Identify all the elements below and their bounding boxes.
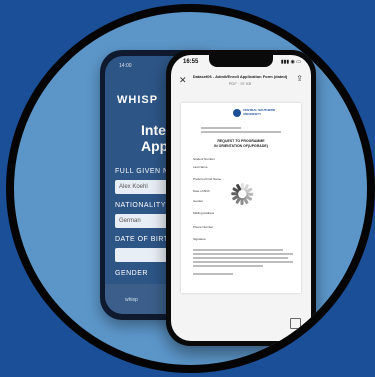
close-icon[interactable]: ✕: [179, 75, 187, 86]
back-url-text: whisp: [125, 297, 138, 303]
spinner-spoke: [231, 192, 239, 196]
document-title: Dataset06 - Admit/Enroll Application For…: [192, 74, 288, 79]
form-label: Date of Birth: [193, 189, 210, 193]
university-crest-icon: [233, 109, 241, 117]
gender-label: GENDER: [115, 270, 148, 277]
document-meta: PDF · 97 KB: [228, 81, 252, 86]
text-line: [193, 253, 293, 255]
back-status-time: 14:00: [119, 63, 132, 69]
header-line: [201, 131, 281, 133]
form-label: Last Name: [193, 165, 208, 169]
viewer-topbar: ✕ Dataset06 - Admit/Enroll Application F…: [171, 71, 311, 93]
text-line: [193, 261, 293, 263]
spinner-spoke: [241, 198, 244, 205]
form-label: Signature: [193, 237, 206, 241]
whisp-logo: WHISP: [117, 94, 159, 106]
form-label: Phone Number: [193, 225, 214, 229]
status-icons: ▮▮▮ ◉ ▭: [280, 59, 301, 65]
status-time: 16:55: [183, 59, 199, 65]
text-line: [193, 273, 233, 275]
nationality-label: NATIONALITY: [115, 202, 166, 209]
form-label: Mailing Address: [193, 211, 215, 215]
front-phone-screen: 16:55 ▮▮▮ ◉ ▭ ✕ Dataset06 - Admit/Enroll…: [171, 55, 311, 341]
page-thumbnail-icon[interactable]: [290, 318, 301, 329]
text-line: [193, 257, 288, 259]
text-line: [193, 265, 263, 267]
form-label: Preferred First Name: [193, 177, 222, 181]
form-label: Gender: [193, 199, 204, 203]
page-heading: REQUEST TO PROGRAMME IN ORIENTATION OF(U…: [214, 139, 268, 148]
form-label: Student Number: [193, 157, 215, 161]
circle-frame: 14:00 WHISP Inter Applica FULL GIVEN NAM…: [6, 4, 375, 373]
front-phone: 16:55 ▮▮▮ ◉ ▭ ✕ Dataset06 - Admit/Enroll…: [166, 50, 316, 346]
university-name: CENTRAL SOUTHERN UNIVERSITY: [243, 108, 275, 116]
phone-notch: [209, 55, 273, 67]
share-icon[interactable]: ⇪: [296, 74, 303, 83]
text-line: [193, 249, 283, 251]
header-line: [201, 127, 241, 129]
loading-spinner-icon: [231, 183, 254, 205]
